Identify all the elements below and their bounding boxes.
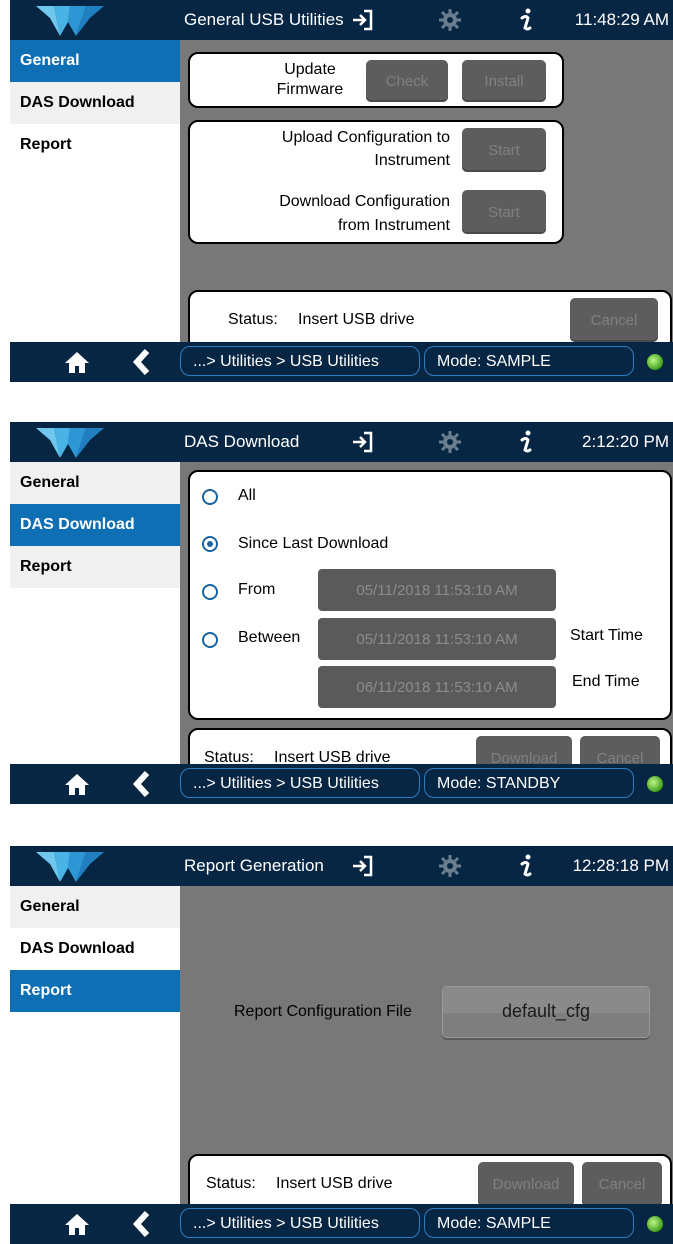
content-area: All Since Last Download From 05/11/2018 … [180,462,673,788]
radio-from[interactable] [202,584,218,600]
radio-between[interactable] [202,632,218,648]
breadcrumb[interactable]: ...> Utilities > USB Utilities [180,346,420,376]
option-since-last-label: Since Last Download [238,535,389,552]
clock: 2:12:20 PM [582,432,669,451]
sidebar-item-general[interactable]: General [10,462,180,504]
report-config-file-button[interactable]: default_cfg [442,986,650,1038]
check-button[interactable]: Check [366,60,448,102]
screen-report-generation: Report Generation 12:28:18 PM General DA… [10,846,673,1244]
firmware-label-line2: Firmware [276,81,344,98]
back-chevron-icon[interactable] [130,348,152,376]
content-area: Update Firmware Check Install Upload Con… [180,40,673,350]
clock: 12:28:18 PM [572,856,669,875]
info-icon[interactable] [508,0,544,40]
option-from-label: From [238,581,276,598]
teledyne-logo-icon [36,6,104,36]
report-config-label: Report Configuration File [234,1003,412,1020]
bottom-bar: ...> Utilities > USB Utilities Mode: SAM… [10,1204,673,1244]
download-label-line2: from Instrument [337,217,450,234]
sidebar-item-general[interactable]: General [10,886,180,928]
radio-since-last-download[interactable] [202,536,218,552]
from-date-button[interactable]: 05/11/2018 11:53:10 AM [318,569,556,611]
install-button[interactable]: Install [462,60,546,102]
sidebar-item-das-download[interactable]: DAS Download [10,928,180,970]
cancel-button[interactable]: Cancel [582,1162,662,1206]
back-chevron-icon[interactable] [130,1210,152,1238]
sidebar: General DAS Download Report [10,462,180,764]
end-time-label: End Time [572,673,640,690]
download-options-panel: All Since Last Download From 05/11/2018 … [188,470,672,720]
status-value: Insert USB drive [276,1175,393,1192]
gear-icon[interactable] [432,422,468,462]
page-title: DAS Download [184,432,300,451]
upload-label-line1: Upload Configuration to [281,129,450,146]
status-label: Status: [228,311,278,328]
info-icon[interactable] [508,422,544,462]
upload-label-line2: Instrument [374,152,450,169]
screen-general-usb-utilities: General USB Utilities 11:48:29 AM Genera… [10,0,673,382]
breadcrumb[interactable]: ...> Utilities > USB Utilities [180,1208,420,1238]
radio-all[interactable] [202,489,218,505]
gear-icon[interactable] [432,0,468,40]
start-time-label: Start Time [570,627,643,644]
sidebar-item-das-download[interactable]: DAS Download [10,504,180,546]
upload-start-button[interactable]: Start [462,128,546,172]
gear-icon[interactable] [432,846,468,886]
info-icon[interactable] [508,846,544,886]
status-led-icon [647,1216,663,1232]
sign-in-icon[interactable] [345,0,381,40]
status-value: Insert USB drive [298,311,415,328]
page-title: General USB Utilities [184,10,344,29]
between-start-date-button[interactable]: 05/11/2018 11:53:10 AM [318,618,556,660]
status-label: Status: [206,1175,256,1192]
teledyne-logo-icon [36,428,104,458]
breadcrumb[interactable]: ...> Utilities > USB Utilities [180,768,420,798]
sidebar-item-report[interactable]: Report [10,970,180,1012]
sign-in-icon[interactable] [345,422,381,462]
bottom-bar: ...> Utilities > USB Utilities Mode: SAM… [10,342,673,382]
sidebar-item-report[interactable]: Report [10,124,180,166]
top-bar: Report Generation 12:28:18 PM [10,846,673,886]
download-label-line1: Download Configuration [279,193,450,210]
teledyne-logo-icon [36,852,104,882]
home-icon[interactable] [64,1212,90,1236]
top-bar: DAS Download 2:12:20 PM [10,422,673,462]
status-panel: Status: Insert USB drive Cancel [188,290,672,350]
mode-indicator: Mode: STANDBY [424,768,634,798]
back-chevron-icon[interactable] [130,770,152,798]
sidebar-item-report[interactable]: Report [10,546,180,588]
sidebar-item-das-download[interactable]: DAS Download [10,82,180,124]
page-title: Report Generation [184,856,324,875]
home-icon[interactable] [64,350,90,374]
mode-indicator: Mode: SAMPLE [424,346,634,376]
report-config-value: default_cfg [501,1001,591,1021]
sidebar: General DAS Download Report [10,886,180,1204]
cancel-button[interactable]: Cancel [570,298,658,342]
firmware-label-line1: Update [284,61,336,78]
sign-in-icon[interactable] [345,846,381,886]
sidebar: General DAS Download Report [10,40,180,342]
top-bar: General USB Utilities 11:48:29 AM [10,0,673,40]
status-led-icon [647,776,663,792]
download-start-button[interactable]: Start [462,190,546,234]
sidebar-item-general[interactable]: General [10,40,180,82]
home-icon[interactable] [64,772,90,796]
status-led-icon [647,354,663,370]
download-button[interactable]: Download [478,1162,574,1206]
option-all-label: All [238,487,256,504]
clock: 11:48:29 AM [574,10,669,29]
content-area: Report Configuration File default_cfg St… [180,886,673,1214]
between-end-date-button[interactable]: 06/11/2018 11:53:10 AM [318,666,556,708]
firmware-panel: Update Firmware Check Install [188,52,564,108]
option-between-label: Between [238,629,301,646]
bottom-bar: ...> Utilities > USB Utilities Mode: STA… [10,764,673,804]
configuration-panel: Upload Configuration to Instrument Start… [188,120,564,244]
mode-indicator: Mode: SAMPLE [424,1208,634,1238]
screen-das-download: DAS Download 2:12:20 PM General DAS Down… [10,422,673,804]
